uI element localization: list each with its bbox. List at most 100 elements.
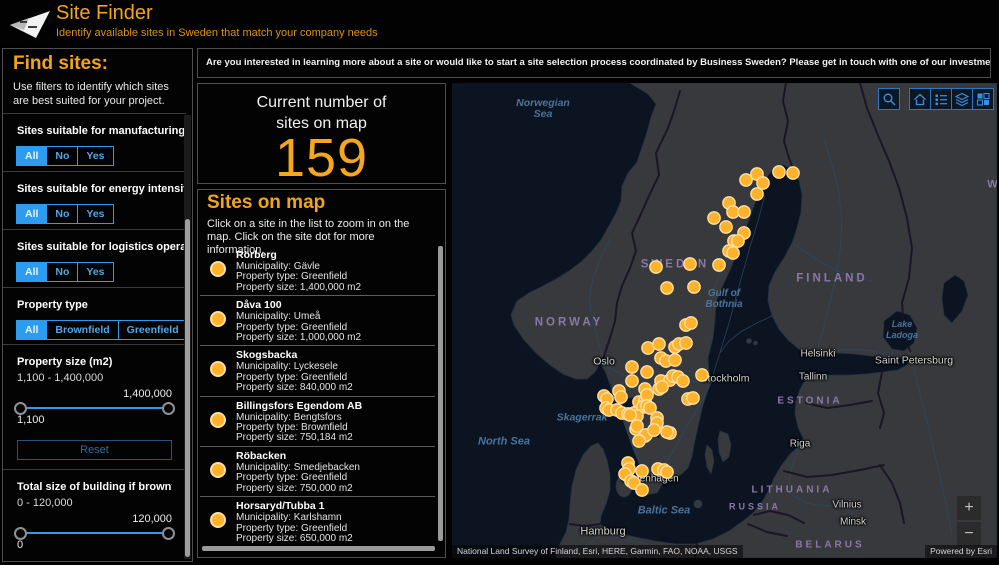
filters-sidebar: Find sites: Use filters to identify whic… [2, 48, 193, 562]
count-title-line1: Current number of [256, 94, 387, 111]
map-site-dot[interactable] [772, 165, 786, 179]
sidebar-scrollbar[interactable] [184, 115, 191, 559]
map-site-dot[interactable] [756, 176, 770, 190]
map-site-dot[interactable] [625, 374, 639, 388]
map-home-button[interactable] [909, 88, 931, 110]
map-site-dot[interactable] [640, 365, 654, 379]
map-site-dot[interactable] [695, 368, 709, 382]
map-site-dot[interactable] [660, 465, 674, 479]
map-site-dot[interactable] [679, 336, 693, 350]
segmented-control: All Brownfield Greenfield [16, 320, 188, 340]
sidebar-title: Find sites: [13, 53, 109, 74]
site-name: Rörberg [236, 249, 277, 261]
home-icon [914, 93, 926, 106]
map-site-dot[interactable] [660, 281, 674, 295]
map-site-dot[interactable] [719, 220, 733, 234]
site-property-size: Property size: 1,000,000 m2 [236, 332, 362, 344]
site-list-item[interactable]: Rörberg Municipality: Gävle Property type:… [200, 246, 435, 297]
app-window: Site Finder Identify available sites in … [0, 0, 999, 565]
filter-option-yes[interactable]: Yes [77, 146, 114, 166]
map-site-dot[interactable] [635, 483, 649, 497]
map-site-dot[interactable] [683, 257, 697, 271]
map-site-dot[interactable] [635, 464, 649, 478]
site-municipality: Municipality: Karlshamn [236, 512, 342, 524]
filter-label: Total size of building if brownfield pr.… [17, 481, 172, 493]
map-site-dot[interactable] [687, 280, 701, 294]
map-site-dot[interactable] [731, 234, 745, 248]
site-property-size: Property size: 1,400,000 m2 [236, 281, 362, 293]
site-list-item[interactable]: Billingsfors Egendom AB Municipality: Ben… [200, 397, 435, 447]
map-site-dot[interactable] [737, 205, 751, 219]
map-site-dot[interactable] [786, 166, 800, 180]
map-site-dot[interactable] [647, 423, 661, 437]
map-site-dot[interactable] [649, 260, 663, 274]
map-site-dot[interactable] [686, 391, 700, 405]
site-name: Billingsfors Egendom AB [236, 399, 363, 412]
map-site-dot[interactable] [712, 258, 726, 272]
powered-by-esri: Powered by Esri [925, 545, 997, 558]
filter-option-yes[interactable]: Yes [77, 204, 114, 224]
map-site-dot[interactable] [668, 353, 682, 367]
site-list-item[interactable]: Horsaryd/Tubba 1 Municipality: Karlshamn P… [200, 497, 435, 543]
map-site-dot[interactable] [623, 408, 637, 422]
map-basemap-button[interactable] [972, 88, 994, 110]
map-site-dot[interactable] [632, 434, 646, 448]
slider-track[interactable] [17, 532, 172, 534]
slider-max-handle[interactable] [162, 527, 175, 540]
map-site-dot[interactable] [625, 360, 639, 374]
map-site-dot[interactable] [739, 173, 753, 187]
site-dot-icon [210, 461, 226, 478]
info-banner: Are you interested in learning more abou… [197, 48, 991, 78]
site-list-item[interactable]: Skogsbacka Municipality: Lyckesele Propert… [200, 346, 435, 397]
map-container[interactable]: Norwegian Sea Gulf of Bothnia North Sea Ska… [452, 83, 997, 558]
building-size-slider: 120,000 0 [14, 513, 175, 557]
filter-option-yes[interactable]: Yes [77, 262, 114, 282]
filter-option-brownfield[interactable]: Brownfield [46, 320, 119, 340]
count-title: Current number of sites on map [198, 84, 445, 134]
segmented-control: All No Yes [16, 146, 186, 166]
map-site-dot[interactable] [726, 246, 740, 260]
map-site-dot[interactable] [655, 380, 669, 394]
filter-option-no[interactable]: No [46, 204, 79, 224]
map-site-dot[interactable] [707, 211, 721, 225]
map-site-dot[interactable] [676, 374, 690, 388]
zoom-in-button[interactable]: + [957, 496, 981, 520]
property-size-slider: 1,400,000 1,100 [14, 388, 175, 432]
filter-label: Sites suitable for energy intensive op..… [17, 183, 186, 195]
legend-icon [935, 94, 947, 105]
map-site-dot[interactable] [660, 425, 674, 439]
list-vertical-scrollbar[interactable] [438, 246, 443, 541]
map-site-dot[interactable] [614, 390, 628, 404]
zoom-out-button[interactable]: − [957, 522, 981, 546]
filter-option-no[interactable]: No [46, 262, 79, 282]
sidebar-scrollbar-thumb[interactable] [185, 219, 190, 557]
page-title: Site Finder [56, 2, 153, 24]
site-name: Skogsbacka [236, 349, 298, 362]
map-search-button[interactable] [878, 88, 900, 110]
site-property-size: Property size: 750,184 m2 [236, 432, 353, 444]
site-count-value: 159 [274, 128, 369, 188]
filter-option-all[interactable]: All [16, 146, 48, 166]
slider-track[interactable] [17, 407, 172, 409]
business-sweden-logo-icon [10, 11, 50, 38]
site-list-item[interactable]: Dåva 100 Municipality: Umeå Property type:… [200, 296, 435, 347]
filter-option-no[interactable]: No [46, 146, 79, 166]
site-dot-icon [210, 411, 226, 428]
map-site-dot[interactable] [652, 337, 666, 351]
map-layers-button[interactable] [951, 88, 973, 110]
filter-section: Sites suitable for logistics operations:… [3, 229, 186, 287]
segmented-control: All No Yes [16, 204, 186, 224]
filter-option-all[interactable]: All [16, 262, 48, 282]
map-site-dot[interactable] [684, 316, 698, 330]
site-list-item[interactable]: Röbacken Municipality: Smedjebacken Proper… [200, 447, 435, 498]
reset-button[interactable]: Reset [17, 440, 172, 460]
map-legend-button[interactable] [930, 88, 952, 110]
slider-max-handle[interactable] [162, 402, 175, 415]
filter-option-all[interactable]: All [16, 204, 48, 224]
filter-option-greenfield[interactable]: Greenfield [117, 320, 188, 340]
filter-list: Sites suitable for manufacturing: All No Ye… [3, 113, 188, 345]
list-horizontal-scrollbar[interactable] [202, 546, 435, 551]
filter-option-all[interactable]: All [16, 320, 48, 340]
map-site-dot[interactable] [750, 187, 764, 201]
filter-section: Sites suitable for manufacturing: All No Ye… [3, 113, 186, 171]
